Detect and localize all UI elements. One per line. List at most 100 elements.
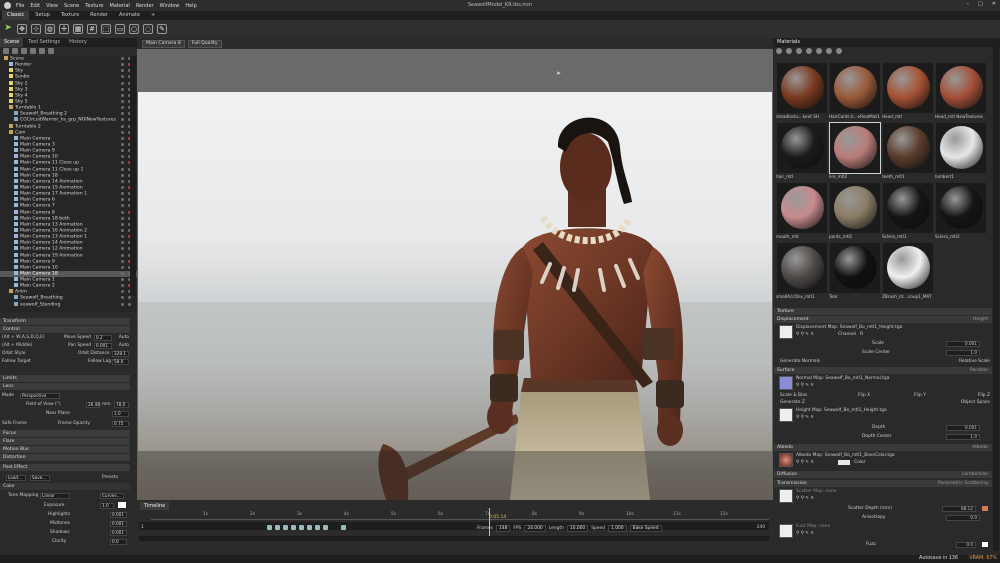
scale-input[interactable]: 0.001 <box>946 340 980 347</box>
delete-icon[interactable] <box>48 48 54 54</box>
material-thumbnail[interactable]: Sclera_mtl2 <box>935 183 987 243</box>
pan-speed-input[interactable]: 0.001 <box>94 342 112 349</box>
frames-input[interactable]: 148 <box>495 525 511 532</box>
visibility-toggle-icon[interactable] <box>121 296 131 300</box>
scene-tree-item[interactable]: seawolf_Standing <box>0 301 137 308</box>
paint-tool-icon[interactable]: ✎ <box>157 24 167 34</box>
scene-tree-scrollbar[interactable] <box>130 56 136 296</box>
scatter-depth-input[interactable]: 68.12 <box>942 505 976 512</box>
tab-texture[interactable]: Texture <box>56 11 84 20</box>
highlights-input[interactable]: 0.001 <box>110 511 127 518</box>
pan-auto-checkbox[interactable]: Auto <box>119 342 129 349</box>
surface-mode[interactable]: Parallax <box>970 367 988 374</box>
pivot-tool-icon[interactable]: ⊹ <box>31 24 41 34</box>
normal-tools-icon[interactable]: ⚲ ⚲ ✎ ✕ <box>796 382 856 389</box>
lasso-tool-icon[interactable]: ◌ <box>143 24 153 34</box>
mode-select[interactable]: Perspective <box>20 392 60 399</box>
material-thumbnail[interactable]: Sclera_mtl1 <box>882 183 934 243</box>
section-focus[interactable]: Focus <box>0 430 130 437</box>
material-thumbnail[interactable]: hair_mtl <box>776 123 828 183</box>
object-space-checkbox[interactable]: Object Space <box>961 399 990 406</box>
move-tool-icon[interactable]: ✛ <box>59 24 69 34</box>
material-thumbnail[interactable]: HairCards.h...eRealMat1 <box>829 63 881 123</box>
channel-select[interactable]: R <box>860 331 863 338</box>
material-thumbnail[interactable]: dreadlocks...kent SH <box>776 63 828 123</box>
delete-material-icon[interactable] <box>806 48 812 54</box>
fuzz-input[interactable]: 0.0 <box>956 541 976 548</box>
add-tab-button[interactable]: + <box>146 11 160 20</box>
material-thumbnail[interactable]: smallAccOnv_mtl1 <box>776 243 828 303</box>
midtones-input[interactable]: 0.001 <box>110 520 127 527</box>
relative-scale-checkbox[interactable]: Relative Scale <box>959 358 990 365</box>
select-tool-icon[interactable]: ➤ <box>3 24 13 34</box>
flip-x-checkbox[interactable]: Flip X <box>858 392 870 399</box>
play-icon[interactable] <box>307 525 312 530</box>
visibility-toggle-icon[interactable] <box>121 302 131 307</box>
first-frame-icon[interactable] <box>275 525 280 530</box>
tab-animate[interactable]: Animate <box>114 11 145 20</box>
displacement-tools-icon[interactable]: ⚲ ⚲ ✎ ✕ <box>796 332 814 337</box>
fuzz-tools-icon[interactable]: ⚲ ⚲ ✎ ✕ <box>796 530 856 537</box>
mm-input[interactable]: 78.0 <box>114 401 129 408</box>
normal-map-thumbnail[interactable] <box>779 376 793 390</box>
section-flare[interactable]: Flare <box>0 438 130 445</box>
circle-tool-icon[interactable]: ○ <box>129 24 139 34</box>
albedo-thumbnail[interactable] <box>779 453 793 467</box>
maximize-icon[interactable]: □ <box>978 1 983 7</box>
albedo-tools-icon[interactable]: ⚲ ⚲ ✎ ✕ <box>796 460 814 465</box>
fuzz-map-thumbnail[interactable] <box>779 524 793 538</box>
follow-lag-input[interactable]: 58.0 <box>112 358 129 365</box>
diffusion-mode[interactable]: Lambertian <box>962 471 988 478</box>
section-diffusion[interactable]: Diffusion Lambertian <box>774 471 992 478</box>
scale-center-input[interactable]: 1.0 <box>946 349 980 356</box>
globe-tool-icon[interactable]: ◍ <box>45 24 55 34</box>
generate-z-checkbox[interactable]: Generate Z <box>780 400 805 405</box>
new-material-icon[interactable] <box>776 48 782 54</box>
material-thumbnail[interactable]: lire_mtl2 <box>829 122 881 183</box>
light-icon[interactable] <box>21 48 27 54</box>
length-input[interactable]: 10.000 <box>566 525 589 532</box>
section-displacement[interactable]: Displacement Height <box>774 316 992 323</box>
section-distortion[interactable]: Distortion <box>0 454 130 461</box>
move-auto-checkbox[interactable]: Auto <box>119 334 129 341</box>
next-frame-icon[interactable] <box>315 525 320 530</box>
material-thumbnail[interactable]: Tear <box>829 243 881 303</box>
section-control[interactable]: Control <box>0 326 130 333</box>
albedo-color-swatch[interactable] <box>838 460 850 465</box>
height-tools-icon[interactable]: ⚲ ⚲ ✎ ✕ <box>796 414 856 421</box>
exposure-swatch[interactable] <box>118 502 126 508</box>
save-preset-button[interactable]: Save... <box>30 474 50 481</box>
section-limits[interactable]: Limits <box>0 375 130 382</box>
section-post-effect[interactable]: Post Effect <box>0 464 130 471</box>
timeline-track[interactable] <box>139 522 769 530</box>
render-image[interactable] <box>138 92 772 500</box>
settings-icon[interactable] <box>341 525 346 530</box>
tone-mapping-select[interactable]: Linear <box>40 492 70 499</box>
height-map-thumbnail[interactable] <box>779 408 793 422</box>
material-thumbnail[interactable]: mouth_mtl <box>776 183 828 243</box>
exposure-input[interactable]: 1.0 <box>100 502 114 509</box>
fuzz-color-swatch[interactable] <box>982 542 988 547</box>
timeline-ruler[interactable]: 1s 2s 3s 4s 5s 6s 7s 8s 9s 10s 11s 12s <box>151 512 769 520</box>
flip-z-checkbox[interactable]: Flip Z <box>978 392 990 399</box>
tab-setup[interactable]: Setup <box>30 11 55 20</box>
transmission-mode[interactable]: Parametric Scattering <box>938 480 988 487</box>
grid-tool-icon[interactable]: # <box>87 24 97 34</box>
section-surface[interactable]: Surface Parallax <box>774 367 992 374</box>
material-settings-icon[interactable] <box>836 48 842 54</box>
transform-tool-icon[interactable]: ✥ <box>17 24 27 34</box>
near-plane-input[interactable]: 1.0 <box>112 410 129 417</box>
loop-icon[interactable] <box>267 525 272 530</box>
import-material-icon[interactable] <box>796 48 802 54</box>
quality-select[interactable]: Full Quality <box>187 39 222 48</box>
curves-button[interactable]: Curves... <box>100 492 124 499</box>
pause-icon[interactable] <box>299 525 304 530</box>
section-color[interactable]: Color <box>0 483 130 490</box>
box-select-icon[interactable]: ⬚ <box>101 24 111 34</box>
load-button[interactable]: Load... <box>6 474 26 481</box>
orbit-style-checkbox[interactable]: Orbit Style <box>2 351 25 356</box>
section-albedo[interactable]: Albedo Albedo <box>774 444 992 451</box>
duplicate-icon[interactable] <box>12 48 18 54</box>
minimize-icon[interactable]: – <box>967 1 970 7</box>
orbit-distance-input[interactable]: 328.1 <box>112 350 129 357</box>
